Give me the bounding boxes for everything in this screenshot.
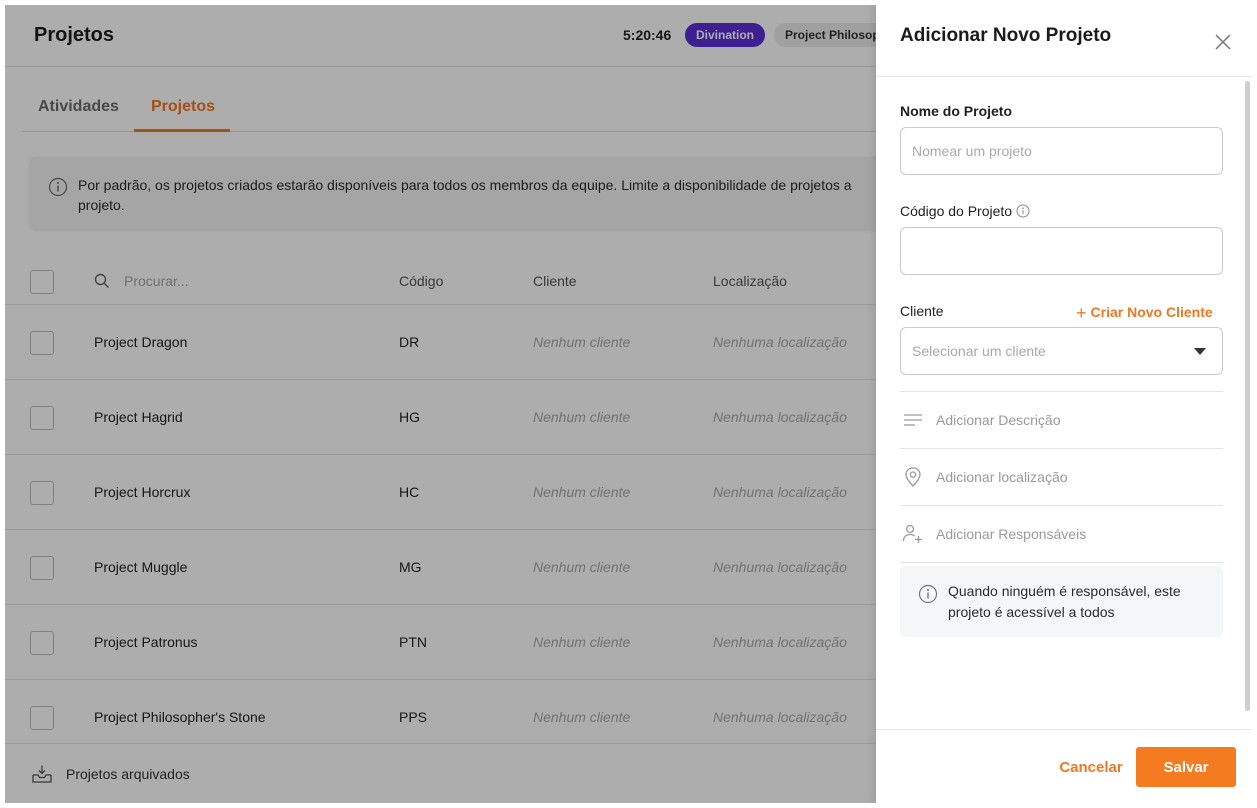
- info-icon: [918, 584, 938, 604]
- client-select-placeholder: Selecionar um cliente: [912, 343, 1046, 359]
- add-location-button[interactable]: Adicionar localização: [900, 448, 1223, 505]
- client-select[interactable]: Selecionar um cliente: [900, 327, 1223, 375]
- divider: [900, 562, 1223, 563]
- project-code-label: Código do Projeto: [900, 203, 1030, 219]
- add-description-label: Adicionar Descrição: [936, 412, 1061, 428]
- drawer-title: Adicionar Novo Projeto: [900, 25, 1112, 46]
- modal-backdrop[interactable]: [5, 5, 876, 803]
- assignee-hint: Quando ninguém é responsável, este proje…: [900, 566, 1223, 637]
- project-code-label-text: Código do Projeto: [900, 203, 1013, 219]
- save-button[interactable]: Salvar: [1136, 747, 1236, 787]
- location-pin-icon: [905, 467, 921, 487]
- add-location-label: Adicionar localização: [936, 469, 1068, 485]
- project-name-input[interactable]: [900, 127, 1223, 175]
- add-assignees-label: Adicionar Responsáveis: [936, 526, 1087, 542]
- plus-icon: +: [1076, 303, 1087, 323]
- scrollbar[interactable]: [1245, 81, 1250, 711]
- create-client-button[interactable]: + Criar Novo Cliente: [1076, 303, 1213, 324]
- project-code-input[interactable]: [900, 227, 1223, 275]
- text-lines-icon: [904, 414, 922, 426]
- close-icon[interactable]: [1212, 31, 1234, 53]
- assignee-hint-text: Quando ninguém é responsável, este proje…: [948, 583, 1181, 620]
- info-icon[interactable]: [1016, 204, 1030, 218]
- add-project-drawer: Adicionar Novo Projeto Nome do Projeto C…: [876, 5, 1252, 803]
- drawer-header: Adicionar Novo Projeto: [876, 5, 1252, 77]
- add-assignees-button[interactable]: Adicionar Responsáveis: [900, 505, 1223, 562]
- app-frame: Projetos 5:20:46 Divination Project Phil…: [5, 5, 1252, 803]
- cancel-button[interactable]: Cancelar: [1046, 747, 1136, 787]
- caret-down-icon: [1194, 348, 1206, 355]
- create-client-label: Criar Novo Cliente: [1090, 304, 1213, 320]
- client-label: Cliente: [900, 303, 944, 319]
- add-user-icon: [902, 524, 922, 543]
- project-name-label: Nome do Projeto: [900, 103, 1013, 119]
- drawer-footer: Cancelar Salvar: [876, 729, 1252, 803]
- add-description-button[interactable]: Adicionar Descrição: [900, 391, 1223, 448]
